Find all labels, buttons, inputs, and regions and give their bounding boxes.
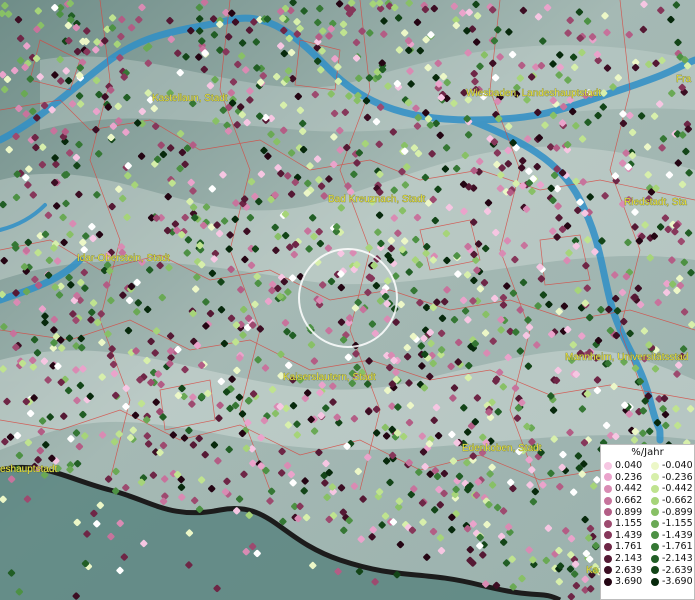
legend-swatch — [604, 577, 612, 586]
legend-entry-pos: 1.155 — [601, 518, 648, 530]
place-label-wiesbaden: Wiesbaden, Landeshauptstadt — [466, 88, 601, 99]
legend-swatch — [604, 531, 612, 540]
legend-entry-neg: -2.143 — [648, 553, 695, 565]
place-label-edenkoben: Edenkoben, Stadt — [462, 443, 542, 454]
legend-value: 3.690 — [615, 576, 643, 588]
legend-value: -0.442 — [662, 483, 693, 495]
legend-swatch — [651, 508, 659, 517]
place-label-riedstadt: Riedstadt, Sta — [624, 197, 687, 208]
place-label-kastellaun: Kastellaun, Stadt — [152, 93, 228, 104]
legend-value: -1.155 — [662, 518, 693, 530]
legend-entry-pos: 2.639 — [601, 564, 648, 576]
legend-value: -0.899 — [662, 506, 693, 518]
place-label-bad-kreuznach: Bad Kreuznach, Stadt — [328, 194, 426, 205]
legend-value: 0.236 — [615, 471, 643, 483]
legend-entry-neg: -1.761 — [648, 541, 695, 553]
legend-value: -0.236 — [662, 471, 693, 483]
legend-value: 0.040 — [615, 460, 643, 472]
legend-entry-neg: -1.439 — [648, 530, 695, 542]
legend-entry-neg: -0.899 — [648, 506, 695, 518]
legend-value: -0.040 — [662, 460, 693, 472]
legend-title: %/Jahr — [631, 447, 664, 458]
legend-value: -1.439 — [662, 529, 693, 541]
legend-swatch — [651, 542, 659, 551]
legend-swatch — [604, 508, 612, 517]
legend-value: 2.639 — [615, 564, 643, 576]
legend-value: -3.690 — [662, 576, 693, 588]
legend-swatch — [604, 566, 612, 575]
legend-entry-neg: -1.155 — [648, 518, 695, 530]
legend-swatch — [604, 554, 612, 563]
place-label-frankfurt: Fra — [676, 74, 691, 85]
legend-swatch — [651, 496, 659, 505]
legend: %/Jahr 0.040 -0.040 0.236 -0.236 0.442 -0.442… — [600, 444, 695, 600]
legend-swatch — [604, 496, 612, 505]
legend-value: -1.761 — [662, 541, 693, 553]
legend-swatch — [604, 473, 612, 482]
legend-swatch — [604, 542, 612, 551]
legend-entry-neg: -0.662 — [648, 495, 695, 507]
legend-value: 2.143 — [615, 553, 643, 565]
legend-swatch — [651, 531, 659, 540]
legend-swatch — [604, 484, 612, 493]
place-label-mannheim: Mannheim, Universitätsstad — [565, 352, 688, 363]
legend-entry-neg: -0.236 — [648, 472, 695, 484]
legend-entry-neg: -3.690 — [648, 576, 695, 588]
legend-swatch — [651, 566, 659, 575]
legend-entry-pos: 3.690 — [601, 576, 648, 588]
legend-swatch — [604, 461, 612, 470]
legend-grid: 0.040 -0.040 0.236 -0.236 0.442 -0.442 0.662 -0… — [601, 460, 694, 588]
legend-swatch — [651, 577, 659, 586]
legend-entry-pos: 2.143 — [601, 553, 648, 565]
place-label-kaiserslautern: Kaiserslautern, Stadt — [283, 372, 376, 383]
legend-entry-pos: 0.662 — [601, 495, 648, 507]
legend-value: 1.439 — [615, 529, 643, 541]
legend-swatch — [604, 519, 612, 528]
legend-entry-pos: 0.236 — [601, 472, 648, 484]
legend-entry-pos: 0.040 — [601, 460, 648, 472]
legend-entry-neg: -0.442 — [648, 483, 695, 495]
legend-entry-pos: 1.761 — [601, 541, 648, 553]
legend-swatch — [651, 473, 659, 482]
legend-swatch — [651, 519, 659, 528]
legend-value: -2.639 — [662, 564, 693, 576]
legend-value: 0.899 — [615, 506, 643, 518]
place-label-idar-oberstein: Idar-Oberstein, Stadt — [77, 253, 170, 264]
legend-value: 1.761 — [615, 541, 643, 553]
legend-entry-neg: -2.639 — [648, 564, 695, 576]
legend-value: 1.155 — [615, 518, 643, 530]
legend-swatch — [651, 461, 659, 470]
place-label-mainz: eshauptstadt — [0, 464, 57, 475]
legend-value: -0.662 — [662, 495, 693, 507]
legend-value: 0.442 — [615, 483, 643, 495]
legend-swatch — [651, 484, 659, 493]
place-label-karlsruhe: Ka — [586, 565, 599, 576]
legend-value: -2.143 — [662, 553, 693, 565]
legend-entry-pos: 0.899 — [601, 506, 648, 518]
legend-value: 0.662 — [615, 495, 643, 507]
legend-entry-pos: 0.442 — [601, 483, 648, 495]
map-canvas[interactable]: Kastellaun, Stadt Wiesbaden, Landeshaupt… — [0, 0, 695, 600]
legend-entry-pos: 1.439 — [601, 530, 648, 542]
legend-swatch — [651, 554, 659, 563]
legend-entry-neg: -0.040 — [648, 460, 695, 472]
